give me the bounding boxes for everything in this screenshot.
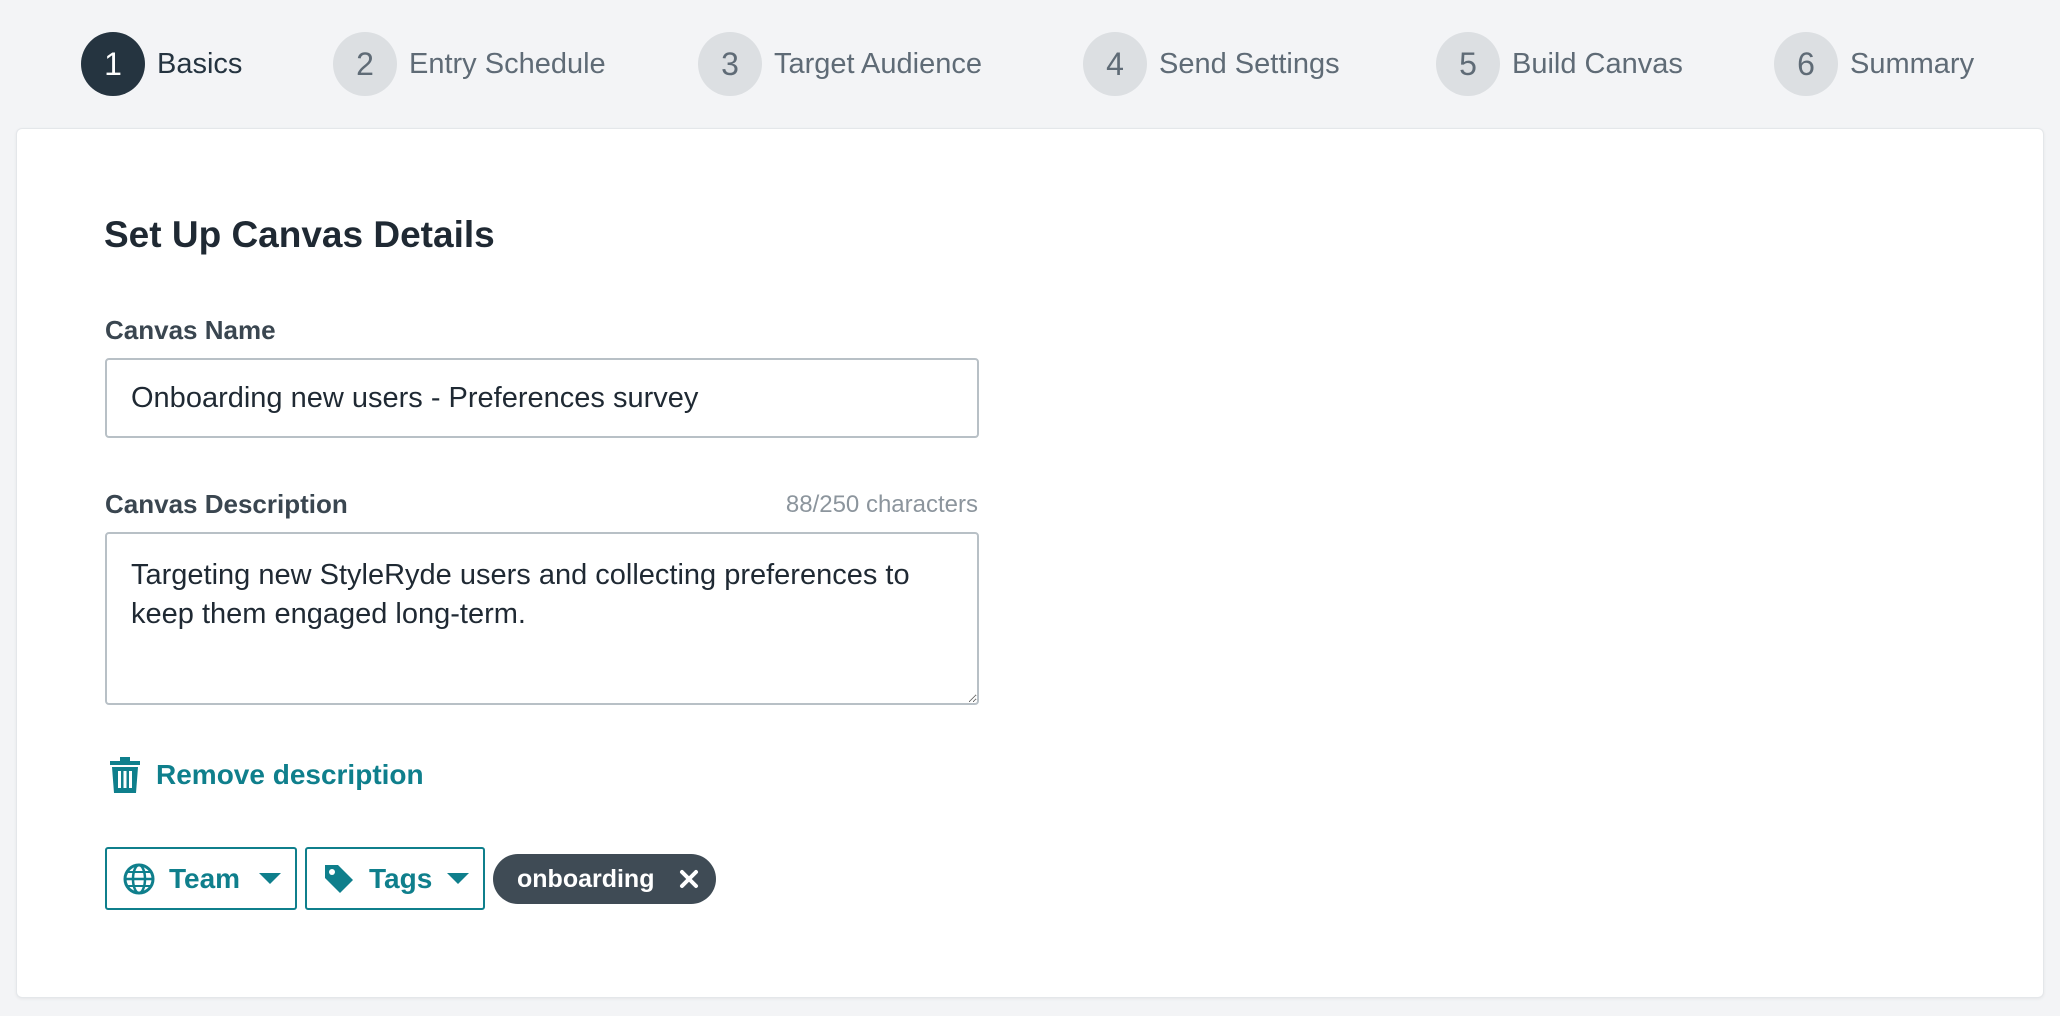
step-number: 4 (1083, 32, 1147, 96)
tag-chip-onboarding: onboarding (493, 854, 717, 904)
canvas-name-input[interactable] (105, 358, 979, 438)
step-label: Summary (1850, 47, 1975, 80)
trash-icon (110, 757, 140, 793)
step-number: 3 (698, 32, 762, 96)
caret-down-icon (447, 873, 469, 884)
step-label: Target Audience (774, 47, 982, 80)
step-label: Build Canvas (1512, 47, 1683, 80)
remove-description-label: Remove description (156, 759, 424, 790)
remove-description-link[interactable]: Remove description (110, 757, 424, 793)
globe-icon (123, 863, 155, 895)
tags-dropdown-button[interactable]: Tags (305, 847, 485, 910)
step-target-audience[interactable]: 3 Target Audience (698, 32, 982, 96)
caret-down-icon (259, 873, 281, 884)
step-number: 6 (1774, 32, 1838, 96)
step-basics[interactable]: 1 Basics (81, 32, 242, 96)
step-number: 5 (1436, 32, 1500, 96)
page-title: Set Up Canvas Details (104, 214, 495, 255)
step-build-canvas[interactable]: 5 Build Canvas (1436, 32, 1683, 96)
team-label: Team (169, 862, 241, 894)
wizard-stepper: 1 Basics 2 Entry Schedule 3 Target Audie… (0, 0, 2060, 128)
tag-icon (323, 863, 355, 895)
step-summary[interactable]: 6 Summary (1774, 32, 1974, 96)
step-number: 2 (333, 32, 397, 96)
step-label: Basics (157, 47, 243, 80)
step-number: 1 (81, 32, 145, 96)
tag-chip-label: onboarding (517, 864, 655, 893)
canvas-description-label: Canvas Description (105, 489, 348, 519)
step-entry-schedule[interactable]: 2 Entry Schedule (333, 32, 606, 96)
close-icon[interactable] (678, 868, 700, 890)
step-label: Entry Schedule (409, 47, 606, 80)
canvas-name-label: Canvas Name (105, 315, 276, 345)
step-label: Send Settings (1159, 47, 1340, 80)
description-character-count: 88/250 characters (785, 491, 978, 518)
canvas-description-textarea[interactable]: Targeting new StyleRyde users and collec… (105, 532, 979, 705)
step-send-settings[interactable]: 4 Send Settings (1083, 32, 1340, 96)
tags-label: Tags (369, 862, 433, 894)
team-dropdown-button[interactable]: Team (105, 847, 297, 910)
